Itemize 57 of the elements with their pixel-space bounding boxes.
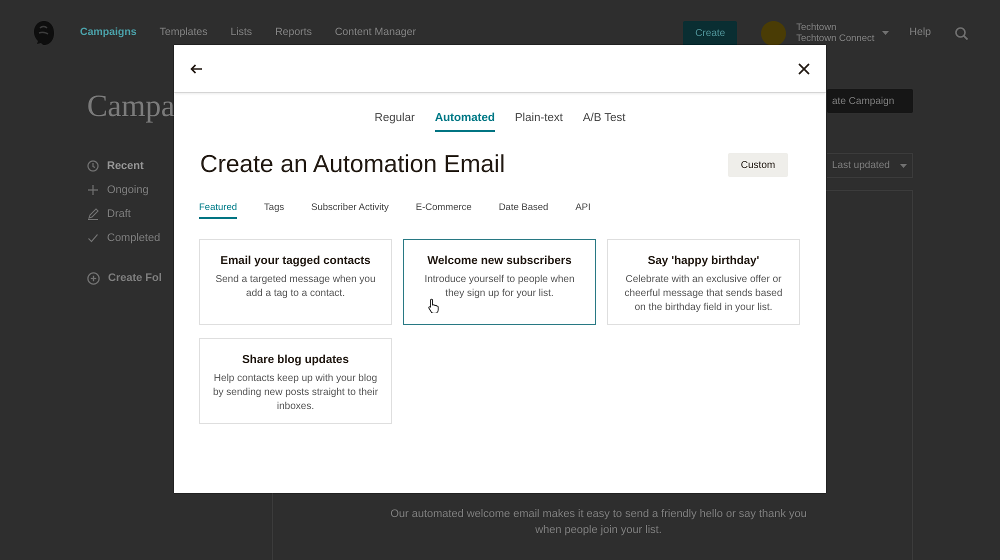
nav-link[interactable]: Lists — [230, 25, 252, 41]
close-icon — [798, 62, 810, 74]
category-tab[interactable]: API — [575, 201, 591, 219]
logo-icon[interactable] — [32, 20, 56, 46]
category-tab[interactable]: Featured — [199, 201, 238, 219]
create-button[interactable]: Create — [683, 20, 738, 46]
campaign-type-tab[interactable]: Regular — [374, 110, 415, 132]
category-tab[interactable]: Subscriber Activity — [311, 201, 389, 219]
organization-name[interactable]: Techtown Connect — [796, 33, 874, 44]
empty-state-text: Our automated welcome email makes it easy to send a friendly hello or say thank you when people join your list. — [389, 507, 808, 538]
sidebar-item[interactable]: Draft — [87, 202, 131, 226]
category-tab[interactable]: E-Commerce — [416, 201, 472, 219]
account-name[interactable]: Techtown — [796, 22, 836, 33]
pencil-icon — [87, 208, 99, 220]
check-icon — [87, 232, 99, 244]
category-tab[interactable]: Date Based — [498, 201, 548, 219]
avatar-icon[interactable] — [761, 20, 786, 46]
template-card[interactable]: Welcome new subscribers Introduce yourself to people when they sign up for your list. — [403, 239, 596, 325]
card-description: Send a targeted message when you add a tag to a contact. — [214, 273, 377, 301]
custom-button[interactable]: Custom — [728, 153, 788, 177]
nav-link[interactable]: Templates — [160, 25, 208, 41]
caret-icon[interactable] — [882, 31, 890, 35]
hand-cursor-icon — [428, 298, 440, 313]
category-tab[interactable]: Tags — [264, 201, 284, 219]
card-title: Email your tagged contacts — [219, 254, 372, 269]
search-icon[interactable] — [955, 26, 968, 40]
plus-circle-icon — [87, 272, 100, 284]
plus-icon — [87, 184, 99, 196]
campaign-type-tab[interactable]: A/B Test — [582, 110, 626, 132]
sidebar-item[interactable]: Completed — [87, 226, 160, 250]
create-campaign-button[interactable]: ate Campaign — [827, 89, 913, 113]
template-card[interactable]: Email your tagged contacts Send a targeted message when you add a tag to a contact. — [199, 239, 392, 325]
sidebar-item[interactable]: Ongoing — [87, 178, 149, 202]
back-arrow-icon — [190, 64, 202, 74]
create-folder-link[interactable]: Create Fol — [87, 266, 162, 290]
dialog-title: Create an Automation Email — [200, 150, 506, 180]
back-button[interactable] — [190, 64, 202, 74]
template-card[interactable]: Say 'happy birthday' Celebrate with an exclusive offer or cheerful message that sends based on the birthday field in your list. — [607, 239, 800, 325]
close-button[interactable] — [798, 62, 810, 74]
campaign-type-tab[interactable]: Automated — [434, 110, 495, 132]
help-link[interactable]: Help — [909, 25, 931, 41]
caret-icon — [900, 164, 907, 168]
clock-icon — [87, 160, 99, 172]
card-description: Help contacts keep up with your blog by sending new posts straight to their inboxes. — [212, 372, 379, 414]
card-title: Say 'happy birthday' — [646, 254, 760, 269]
nav-link[interactable]: Content Manager — [334, 25, 416, 41]
sidebar-item[interactable]: Recent — [87, 154, 144, 178]
card-title: Share blog updates — [241, 353, 350, 368]
nav-link[interactable]: Campaigns — [80, 25, 137, 41]
card-description: Celebrate with an exclusive offer or cheerful message that sends based on the birthday field in your list. — [624, 273, 784, 315]
card-description: Introduce yourself to people when they sign up for your list. — [423, 273, 576, 301]
page-title: Campa — [87, 87, 175, 125]
campaign-type-tab[interactable]: Plain-text — [514, 110, 563, 132]
template-card[interactable]: Share blog updates Help contacts keep up with your blog by sending new posts straight to their inboxes. — [199, 338, 392, 424]
card-title: Welcome new subscribers — [426, 254, 573, 269]
sort-dropdown[interactable]: Last updated — [827, 153, 913, 178]
nav-link[interactable]: Reports — [275, 25, 312, 41]
